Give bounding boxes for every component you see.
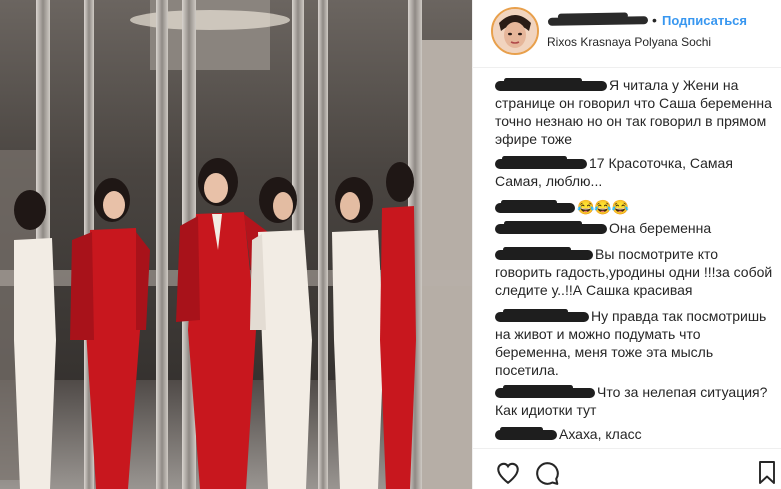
commenter-username-redacted[interactable] [495,385,595,399]
speech-bubble-icon[interactable] [534,460,560,486]
comment-text: Ахаха, класс [559,426,642,442]
commenter-username-redacted[interactable] [495,156,587,170]
comment-item: Я читала у Жени на странице он говорил ч… [495,76,773,148]
bookmark-icon[interactable] [757,460,781,486]
header-separator: • [652,12,657,28]
comment-item: 17 Красоточка, Самая Самая, люблю... [495,154,773,190]
comment-item: Ахаха, класс [495,425,773,443]
comment-text: 😂😂😂 [577,199,630,215]
avatar[interactable] [491,7,539,55]
comment-item: Она беременна [495,219,773,237]
action-bar [473,448,781,489]
comments-list: Я читала у Жени на странице он говорил ч… [473,74,781,444]
post-photo [0,0,472,489]
commenter-username-redacted[interactable] [495,200,575,214]
post-header: • Подписаться Rixos Krasnaya Polyana Soc… [473,0,781,68]
location-link[interactable]: Rixos Krasnaya Polyana Sochi [547,35,711,49]
commenter-username-redacted[interactable] [495,78,607,92]
comment-item: Что за нелепая ситуация? Как идиотки тут [495,383,773,419]
commenter-username-redacted[interactable] [495,221,607,235]
follow-button[interactable]: Подписаться [662,13,747,28]
comment-item: Вы посмотрите кто говорить гадость,уроди… [495,245,773,299]
post-side-panel: • Подписаться Rixos Krasnaya Polyana Soc… [472,0,781,489]
comment-text: Она беременна [609,220,712,236]
commenter-username-redacted[interactable] [495,427,557,441]
heart-icon[interactable] [495,460,521,486]
commenter-username-redacted[interactable] [495,309,589,323]
comment-item: 😂😂😂 [495,198,773,216]
commenter-username-redacted[interactable] [495,247,593,261]
comment-item: Ну правда так посмотришь на живот и можн… [495,307,773,379]
username-redacted[interactable] [547,16,649,26]
